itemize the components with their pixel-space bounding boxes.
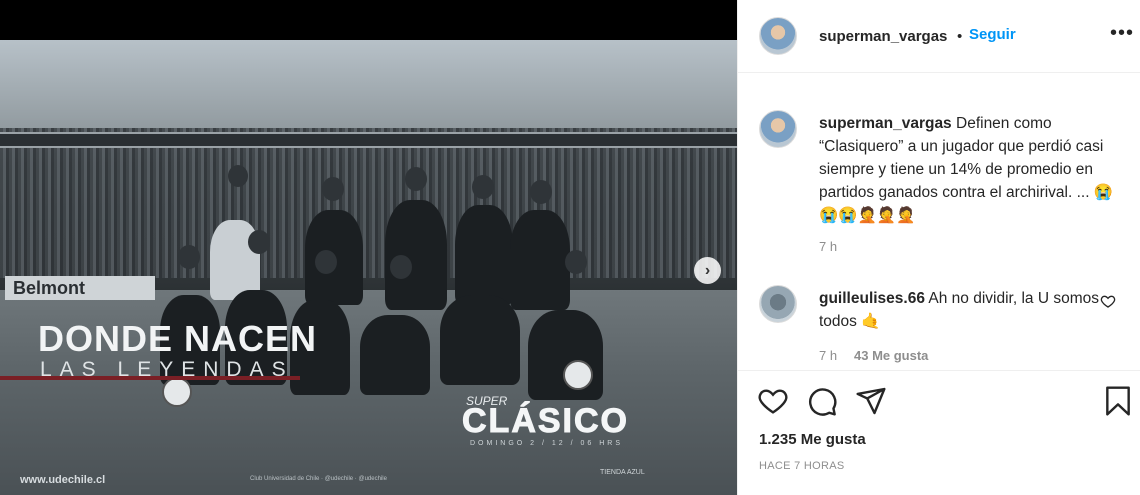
post-timestamp[interactable]: HACE 7 HORAS	[759, 460, 845, 472]
caption-avatar[interactable]	[759, 110, 797, 148]
separator-dot: •	[957, 28, 963, 45]
poster-tienda-logo: TIENDA AZUL	[600, 469, 645, 476]
player-head	[315, 250, 337, 274]
ad-board: Belmont	[5, 276, 155, 300]
comment-username[interactable]: guilleulises.66	[819, 290, 925, 307]
poster-date: DOMINGO 2 / 12 / 06 HRS	[470, 440, 624, 447]
chevron-right-icon: ›	[704, 261, 711, 279]
photo-stands	[0, 128, 737, 278]
post-sidebar: superman_vargas • Seguir ••• superman_va…	[737, 0, 1140, 495]
player-head	[405, 167, 427, 191]
player-head	[472, 175, 494, 199]
post-actions: 1.235 Me gusta HACE 7 HORAS	[738, 370, 1140, 495]
player-silhouette	[385, 200, 447, 310]
post-header: superman_vargas • Seguir •••	[738, 0, 1140, 73]
poster-headline: DONDE NACEN	[38, 318, 318, 359]
poster-footer-credits: Club Universidad de Chile · @udechile · …	[250, 476, 387, 482]
player-head	[322, 177, 344, 201]
comment-timestamp[interactable]: 7 h	[819, 348, 837, 363]
avatar[interactable]	[759, 17, 797, 55]
comment-avatar[interactable]	[759, 285, 797, 323]
player-head	[228, 165, 248, 187]
follow-button[interactable]: Seguir	[969, 26, 1016, 43]
heart-icon[interactable]	[757, 385, 789, 417]
comment-icon[interactable]	[806, 385, 838, 417]
player-head	[178, 245, 200, 269]
author-username[interactable]: superman_vargas	[819, 28, 947, 45]
player-head	[390, 255, 412, 279]
post-photo: Belmont DONDE NACEN LAS LEYENDAS SUPER C…	[0, 40, 737, 495]
player-head	[565, 250, 587, 274]
next-media-button[interactable]: ›	[694, 257, 721, 284]
caption-username[interactable]: superman_vargas	[819, 115, 952, 132]
photo-sky	[0, 40, 737, 135]
comment-like-heart-icon[interactable]	[1100, 293, 1116, 309]
player-silhouette	[440, 295, 520, 385]
player-head	[248, 230, 270, 254]
poster-clasico: CLÁSICO	[462, 402, 629, 441]
bookmark-icon[interactable]	[1102, 385, 1134, 417]
player-silhouette	[360, 315, 430, 395]
poster-website: www.udechile.cl	[20, 474, 106, 486]
post-caption: superman_vargas Definen como “Clasiquero…	[819, 112, 1119, 227]
share-icon[interactable]	[855, 385, 887, 417]
poster-accent-line	[0, 376, 300, 380]
comment: guilleulises.66 Ah no dividir, la U somo…	[819, 287, 1099, 333]
player-silhouette	[510, 210, 570, 310]
caption-timestamp[interactable]: 7 h	[819, 239, 837, 254]
more-options-icon[interactable]: •••	[1110, 22, 1134, 45]
football	[563, 360, 593, 390]
post-media: Belmont DONDE NACEN LAS LEYENDAS SUPER C…	[0, 0, 737, 495]
comment-like-count[interactable]: 43 Me gusta	[854, 348, 928, 363]
player-head	[530, 180, 552, 204]
player-silhouette	[528, 310, 603, 400]
player-silhouette	[455, 205, 513, 305]
post-like-count[interactable]: 1.235 Me gusta	[759, 431, 866, 448]
photo-ad-banners	[0, 132, 737, 148]
